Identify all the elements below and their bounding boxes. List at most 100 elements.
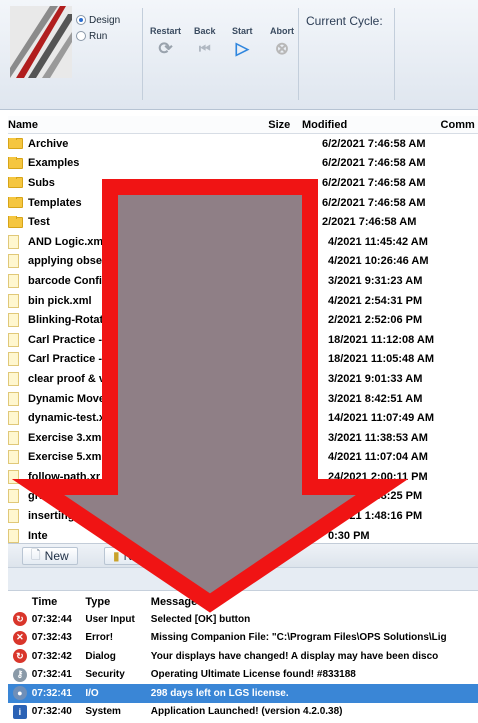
new-folder-label: New [123,549,148,563]
folder-row[interactable]: Subs 6/2/2021 7:46:58 AM [8,173,478,193]
file-name: Archive [28,137,69,150]
log-time: 07:32:44 [31,613,72,625]
new-folder-icon: ▮ [113,549,120,563]
xml-file-icon [8,254,19,269]
log-type: Security [85,669,125,681]
file-row[interactable]: clear proof & v 3/2021 9:01:33 AM [8,369,478,389]
error-x-icon: ✕ [12,630,27,645]
abort-button[interactable]: Abort ⊗ [270,26,294,60]
file-modified-cell: 6/2/2021 7:46:58 AM [322,176,426,189]
log-row[interactable]: ⚷ 07:32:41 Security Operating Ultimate Lice… [8,666,478,685]
file-row[interactable]: Carl Practice - 18/2021 11:05:48 AM [8,350,478,370]
log-row[interactable]: i 07:32:40 System Application Launched! (ve… [8,703,478,722]
folder-icon [8,176,23,189]
log-type-header[interactable]: Type [85,596,150,608]
file-row[interactable]: dynamic-test.x 14/2021 11:07:49 AM [8,408,478,428]
file-row[interactable]: bin pick.xml 4/2021 2:54:31 PM [8,291,478,311]
log-message: Missing Companion File: "C:\Program File… [150,632,447,644]
abort-icon: ⊗ [274,39,290,58]
info-icon: i [12,704,27,719]
file-row[interactable]: Exercise 3.xml 3/2021 11:38:53 AM [8,428,478,448]
file-row[interactable]: Dynamic Move 3/2021 8:42:51 AM [8,389,478,409]
log-row[interactable]: ↻ 07:32:44 User Input Selected [OK] button [8,610,478,629]
log-message: Selected [OK] button [150,613,251,625]
mode-run-label: Run [89,30,108,42]
file-row[interactable]: Carl Practice - 18/2021 11:12:08 AM [8,330,478,350]
file-modified-cell: 6/2/2021 7:46:58 AM [322,137,426,150]
folder-row[interactable]: Templates 6/2/2021 7:46:58 AM [8,193,478,213]
file-row[interactable]: Exercise 5.xml 4/2021 11:07:04 AM [8,448,478,468]
file-name-cell: Subs [8,176,286,189]
toolbar: Design Run Restart ⟳ Back ⏮ Start ▷ Abor… [0,0,478,110]
play-icon: ▷ [235,39,249,58]
new-folder-button[interactable]: ▮ New [104,547,157,565]
folder-row[interactable]: Test 2/2021 7:46:58 AM [8,212,478,232]
file-row[interactable]: Inte 0:30 PM [8,526,478,543]
radio-empty-icon[interactable] [76,31,86,41]
mode-design-option[interactable]: Design [76,12,120,28]
restart-button[interactable]: Restart ⟳ [150,26,181,60]
file-list: Archive 6/2/2021 7:46:58 AM Examples 6/2/20… [8,134,478,543]
xml-file-icon [8,313,19,328]
error-icon: ↻ [12,612,27,627]
file-modified-cell: 4/2021 11:07:04 AM [328,451,428,464]
log-time: 07:32:43 [31,632,72,644]
file-name-cell: follow-path.xr [8,469,286,484]
log-time-header[interactable]: Time [32,596,86,608]
file-row[interactable]: follow-path.xr 24/2021 2:00:11 PM [8,467,478,487]
log-header: Time Type Message [8,594,478,610]
log-row[interactable]: ✕ 07:32:43 Error! Missing Companion File: "… [8,629,478,648]
new-file-label: New [44,549,69,563]
file-name: follow-path.xr [28,470,101,483]
io-icon: ● [12,686,27,701]
file-row[interactable]: Blinking-Rotat 2/2021 2:52:06 PM [8,310,478,330]
folder-row[interactable]: Examples 6/2/2021 7:46:58 AM [8,154,478,174]
log-type: User Input [85,613,135,625]
folder-icon [8,137,23,150]
log-row[interactable]: ↻ 07:32:42 Dialog Your displays have change… [8,647,478,666]
back-icon: ⏮ [198,41,211,56]
file-row[interactable]: barcode Confi 3/2021 9:31:23 AM [8,271,478,291]
back-button[interactable]: Back ⏮ [194,26,216,60]
file-modified-cell: 4/2021 10:26:46 AM [328,255,429,268]
folder-icon [8,216,23,228]
file-modified-cell: 4/2021 2:54:31 PM [328,294,423,307]
xml-file-icon [8,411,19,426]
log-message-header[interactable]: Message [151,596,478,608]
file-row[interactable]: applying obse 4/2021 10:26:46 AM [8,252,478,272]
file-actions-bar: 🗋 New ▮ New [8,543,478,567]
file-row[interactable]: inserting item: 2/2021 1:48:16 PM [8,506,478,526]
column-comment-header[interactable]: Comm [441,119,478,131]
file-name: graphics.xml [28,490,96,503]
radio-selected-icon[interactable] [76,15,86,25]
folder-row[interactable]: Archive 6/2/2021 7:46:58 AM [8,134,478,154]
file-modified-cell: 2/2021 7:46:58 AM [322,216,417,229]
column-modified-header[interactable]: Modified [302,119,441,131]
file-name: Dynamic Move [28,392,106,405]
current-cycle-label: Current Cycle: [306,14,383,28]
file-name-cell: Archive [8,137,286,150]
log-list: ↻ 07:32:44 User Input Selected [OK] button ✕… [8,610,478,721]
message-log: Time Type Message ↻ 07:32:44 User Input Sel… [8,594,478,723]
mode-run-option[interactable]: Run [76,28,120,44]
new-file-button[interactable]: 🗋 New [22,547,78,565]
start-button[interactable]: Start ▷ [232,26,253,60]
panel-splitter[interactable] [8,567,478,591]
log-row[interactable]: ● 07:32:41 I/O 298 days left on LGS license… [8,684,478,703]
file-row[interactable]: graphics.xml 2/2021 1:48:25 PM [8,487,478,507]
file-name-cell: AND Logic.xml [8,234,286,249]
file-modified-cell: 3/2021 9:01:33 AM [328,372,423,385]
file-modified-cell: 24/2021 2:00:11 PM [328,470,428,483]
file-name-cell: Exercise 3.xml [8,430,286,445]
column-name-header[interactable]: Name [8,119,268,131]
folder-icon [8,157,23,169]
file-name-cell: dynamic-test.x [8,411,286,426]
file-row[interactable]: AND Logic.xml 4/2021 11:45:42 AM [8,232,478,252]
file-name-cell: Exercise 5.xml [8,450,286,465]
file-name: inserting item: [28,510,104,523]
xml-file-icon [8,469,19,484]
file-modified-cell: 18/2021 11:12:08 AM [328,333,434,346]
column-size-header[interactable]: Size [268,119,302,131]
file-name-cell: Carl Practice - [8,332,286,347]
log-type: Error! [85,632,114,644]
